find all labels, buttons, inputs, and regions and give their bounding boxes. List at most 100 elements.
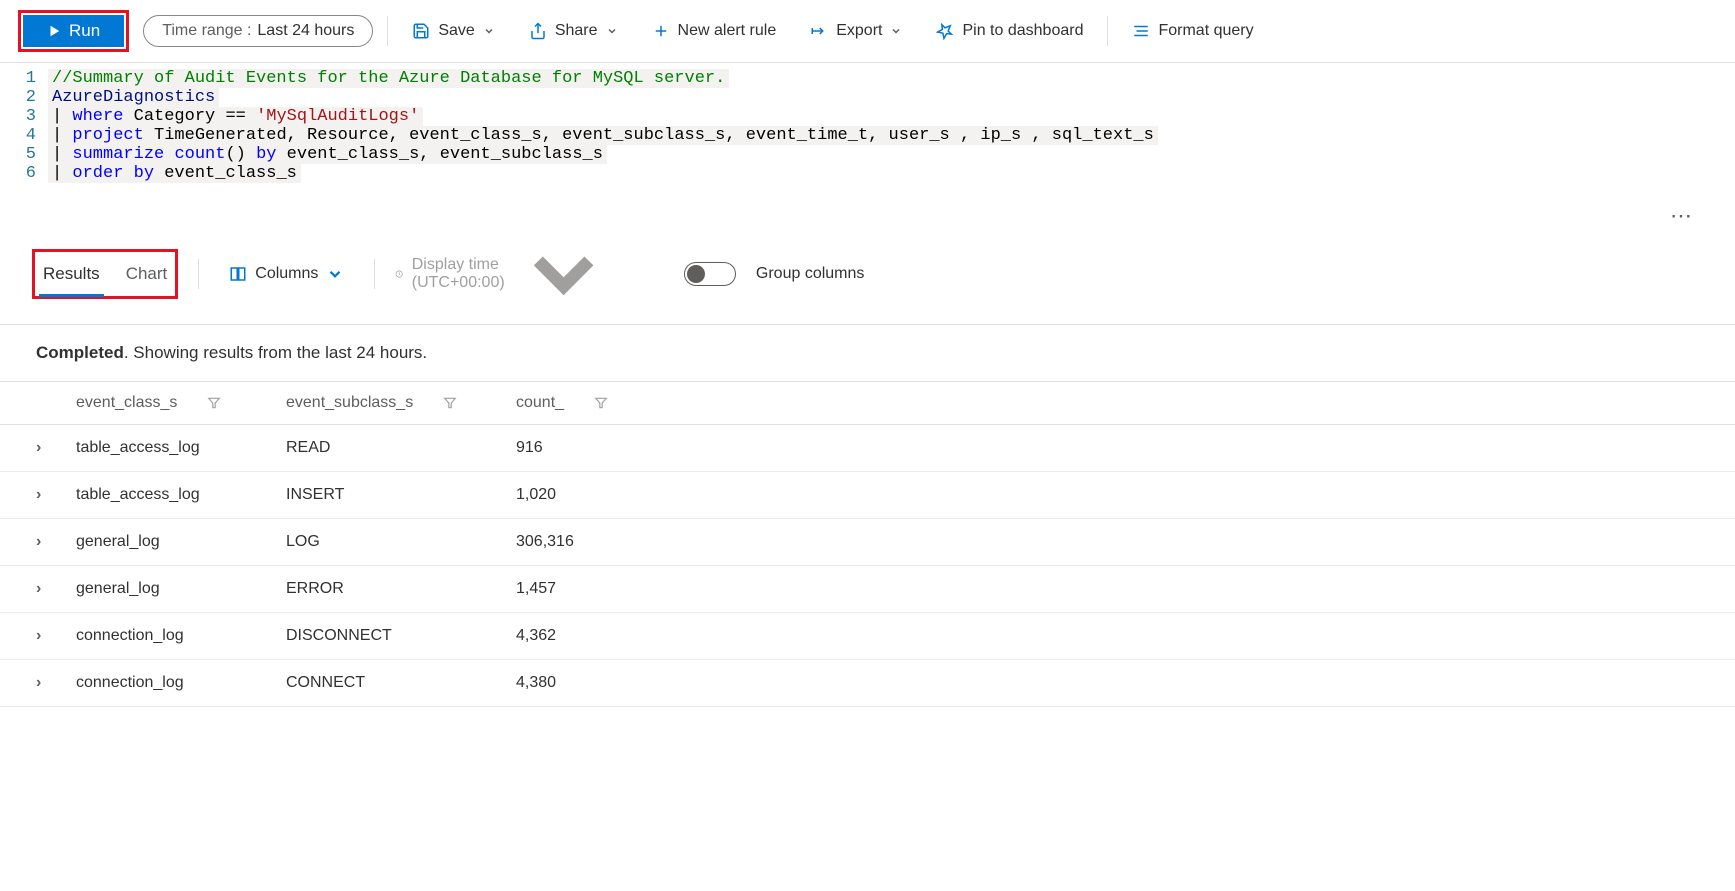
tabs-highlight-box: Results Chart: [32, 249, 178, 299]
expand-row-icon[interactable]: ›: [36, 486, 76, 504]
editor-line[interactable]: 3| where Category == 'MySqlAuditLogs': [18, 107, 1717, 126]
share-icon: [529, 22, 547, 40]
status-message: Completed. Showing results from the last…: [0, 325, 1735, 382]
cell-event-subclass: CONNECT: [286, 674, 516, 692]
save-icon: [412, 22, 430, 40]
format-icon: [1132, 22, 1150, 40]
clock-icon: [395, 265, 403, 283]
divider: [198, 259, 199, 289]
line-number: 4: [18, 126, 48, 145]
column-header-0[interactable]: event_class_s: [76, 394, 177, 412]
cell-event-subclass: READ: [286, 439, 516, 457]
divider: [1107, 16, 1108, 46]
table-row[interactable]: ›table_access_logREAD916: [0, 425, 1735, 472]
time-range-label: Time range :: [162, 22, 251, 40]
export-label: Export: [836, 22, 882, 40]
expand-row-icon[interactable]: ›: [36, 627, 76, 645]
more-menu[interactable]: ⋯: [1670, 203, 1695, 229]
cell-count: 1,457: [516, 580, 676, 598]
save-button[interactable]: Save: [402, 16, 504, 46]
code-content[interactable]: //Summary of Audit Events for the Azure …: [48, 69, 729, 88]
chevron-down-icon: [606, 25, 618, 37]
share-button[interactable]: Share: [519, 16, 628, 46]
cell-event-class: general_log: [76, 533, 286, 551]
time-range-selector[interactable]: Time range : Last 24 hours: [143, 15, 373, 47]
filter-icon[interactable]: [594, 396, 608, 410]
chevron-down-icon: [513, 223, 614, 324]
status-completed: Completed: [36, 343, 124, 362]
tab-results[interactable]: Results: [39, 254, 104, 297]
cell-event-class: table_access_log: [76, 439, 286, 457]
cell-event-subclass: ERROR: [286, 580, 516, 598]
line-number: 5: [18, 145, 48, 164]
expand-row-icon[interactable]: ›: [36, 674, 76, 692]
line-number: 1: [18, 69, 48, 88]
time-range-value: Last 24 hours: [257, 22, 354, 40]
run-button[interactable]: Run: [23, 15, 124, 47]
code-content[interactable]: | order by event_class_s: [48, 164, 301, 183]
export-button[interactable]: Export: [800, 16, 912, 46]
run-highlight-box: Run: [18, 10, 129, 52]
table-row[interactable]: ›connection_logCONNECT4,380: [0, 660, 1735, 707]
chevron-down-icon: [483, 25, 495, 37]
table-row[interactable]: ›general_logLOG306,316: [0, 519, 1735, 566]
editor-line[interactable]: 5| summarize count() by event_class_s, e…: [18, 145, 1717, 164]
code-content[interactable]: AzureDiagnostics: [48, 88, 219, 107]
display-time-label: Display time (UTC+00:00): [412, 256, 505, 292]
format-query-button[interactable]: Format query: [1122, 16, 1263, 46]
toggle-knob: [687, 265, 705, 283]
plus-icon: [652, 22, 670, 40]
filter-icon[interactable]: [443, 396, 457, 410]
editor-line[interactable]: 6| order by event_class_s: [18, 164, 1717, 183]
cell-event-class: table_access_log: [76, 486, 286, 504]
code-content[interactable]: | where Category == 'MySqlAuditLogs': [48, 107, 423, 126]
new-alert-button[interactable]: New alert rule: [642, 16, 787, 46]
table-row[interactable]: ›general_logERROR1,457: [0, 566, 1735, 613]
divider: [387, 16, 388, 46]
cell-count: 306,316: [516, 533, 676, 551]
results-grid-body: ›table_access_logREAD916›table_access_lo…: [0, 425, 1735, 707]
editor-line[interactable]: 1//Summary of Audit Events for the Azure…: [18, 69, 1717, 88]
filter-icon[interactable]: [207, 396, 221, 410]
play-icon: [47, 24, 61, 38]
group-columns-toggle[interactable]: [684, 262, 736, 286]
export-icon: [810, 22, 828, 40]
cell-event-subclass: INSERT: [286, 486, 516, 504]
query-editor[interactable]: 1//Summary of Audit Events for the Azure…: [0, 63, 1735, 223]
expand-row-icon[interactable]: ›: [36, 580, 76, 598]
expand-row-icon[interactable]: ›: [36, 533, 76, 551]
editor-line[interactable]: 4| project TimeGenerated, Resource, even…: [18, 126, 1717, 145]
table-row[interactable]: ›connection_logDISCONNECT4,362: [0, 613, 1735, 660]
pin-button[interactable]: Pin to dashboard: [926, 16, 1093, 46]
columns-icon: [229, 265, 247, 283]
cell-count: 4,362: [516, 627, 676, 645]
cell-count: 916: [516, 439, 676, 457]
new-alert-label: New alert rule: [678, 22, 777, 40]
expand-row-icon[interactable]: ›: [36, 439, 76, 457]
cell-event-class: connection_log: [76, 627, 286, 645]
share-label: Share: [555, 22, 598, 40]
status-detail: . Showing results from the last 24 hours…: [124, 343, 427, 362]
table-row[interactable]: ›table_access_logINSERT1,020: [0, 472, 1735, 519]
column-header-1[interactable]: event_subclass_s: [286, 394, 413, 412]
chevron-down-icon: [326, 265, 344, 283]
tab-chart[interactable]: Chart: [122, 254, 172, 296]
code-content[interactable]: | summarize count() by event_class_s, ev…: [48, 145, 607, 164]
line-number: 6: [18, 164, 48, 183]
query-toolbar: Run Time range : Last 24 hours Save Shar…: [0, 0, 1735, 63]
editor-line[interactable]: 2AzureDiagnostics: [18, 88, 1717, 107]
divider: [374, 259, 375, 289]
cell-count: 1,020: [516, 486, 676, 504]
format-label: Format query: [1158, 22, 1253, 40]
cell-event-class: connection_log: [76, 674, 286, 692]
columns-label: Columns: [255, 265, 318, 283]
pin-icon: [936, 22, 954, 40]
line-number: 2: [18, 88, 48, 107]
group-columns-label: Group columns: [756, 265, 865, 283]
column-header-2[interactable]: count_: [516, 394, 564, 412]
display-time-selector[interactable]: Display time (UTC+00:00): [395, 223, 614, 324]
save-label: Save: [438, 22, 474, 40]
columns-button[interactable]: Columns: [219, 257, 354, 291]
pin-label: Pin to dashboard: [962, 22, 1083, 40]
code-content[interactable]: | project TimeGenerated, Resource, event…: [48, 126, 1158, 145]
